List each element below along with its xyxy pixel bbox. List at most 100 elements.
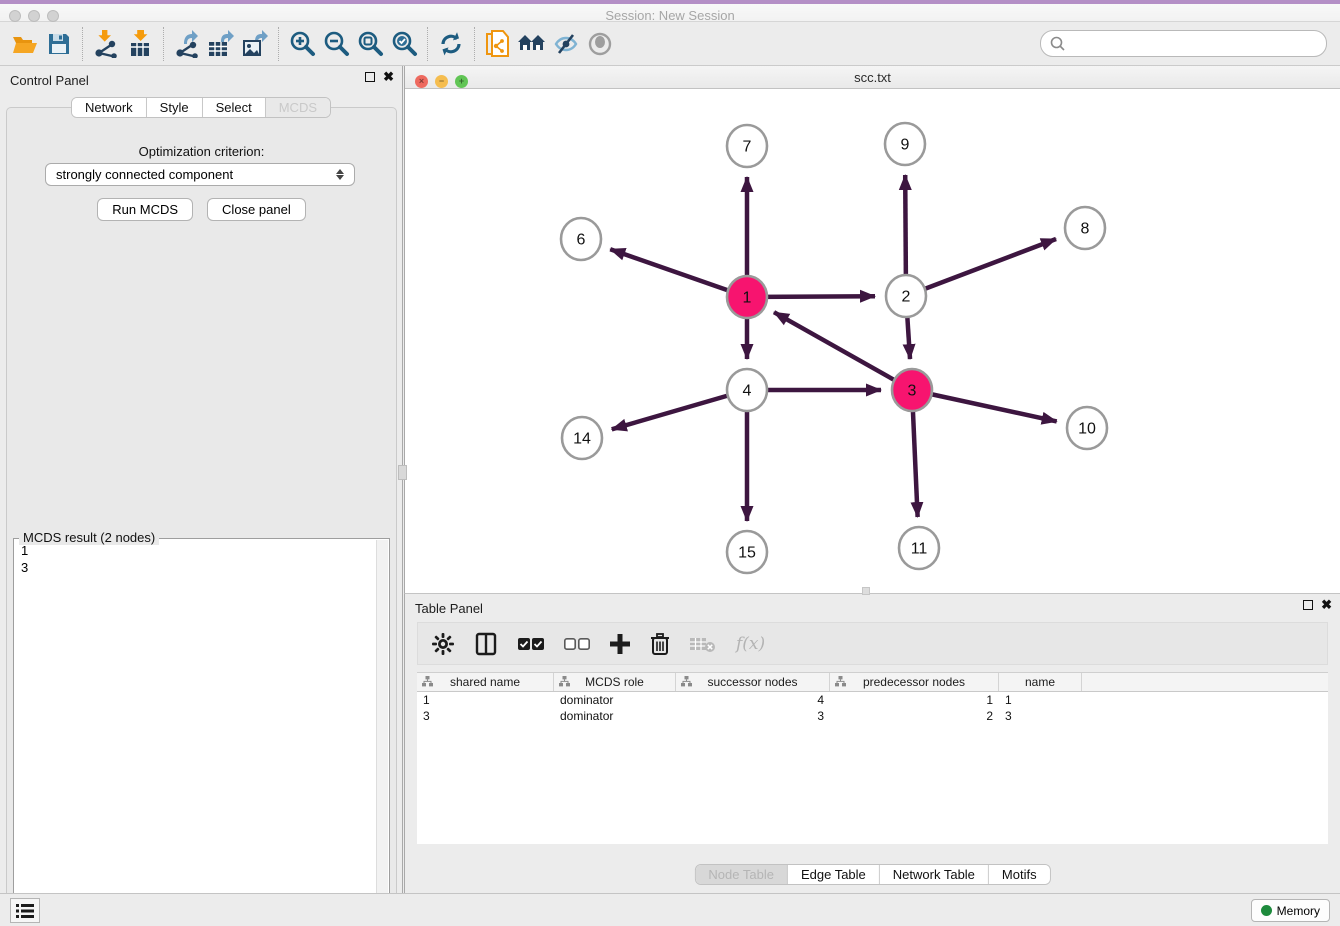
memory-label: Memory [1277, 904, 1320, 918]
select-all-columns-icon[interactable] [518, 630, 544, 658]
save-session-icon[interactable] [42, 28, 76, 60]
column-header-successor-nodes[interactable]: successor nodes [676, 673, 830, 691]
node-label: 9 [901, 137, 910, 154]
column-header-label: predecessor nodes [863, 675, 965, 689]
float-panel-icon[interactable] [365, 72, 375, 82]
vertical-splitter-handle[interactable] [398, 465, 407, 480]
edge-1-6[interactable] [610, 249, 747, 297]
table-cell[interactable]: 4 [676, 692, 830, 708]
graph-node-10[interactable]: 10 [1067, 407, 1107, 449]
zoom-fit-icon[interactable] [353, 28, 387, 60]
eye-icon[interactable] [583, 28, 617, 60]
zoom-in-icon[interactable] [285, 28, 319, 60]
graph-node-2[interactable]: 2 [886, 275, 926, 317]
graph-node-4[interactable]: 4 [727, 369, 767, 411]
column-type-icon [835, 676, 846, 687]
graph-node-9[interactable]: 9 [885, 123, 925, 165]
mcds-tab-content: Optimization criterion: strongly connect… [6, 107, 397, 922]
import-network-icon[interactable] [89, 28, 123, 60]
table-cell[interactable]: 1 [417, 692, 554, 708]
node-label: 10 [1078, 421, 1096, 438]
add-column-icon[interactable] [610, 630, 630, 658]
float-table-panel-icon[interactable] [1303, 600, 1313, 610]
table-tab-node-table[interactable]: Node Table [695, 865, 788, 884]
run-mcds-button[interactable]: Run MCDS [97, 198, 193, 221]
hide-eye-icon[interactable] [549, 28, 583, 60]
graph-node-8[interactable]: 8 [1065, 207, 1105, 249]
column-type-icon [422, 676, 433, 687]
edge-3-10[interactable] [912, 390, 1057, 421]
column-header-predecessor-nodes[interactable]: predecessor nodes [830, 673, 999, 691]
node-label: 14 [573, 431, 591, 448]
columns-icon[interactable] [474, 630, 498, 658]
zoom-out-icon[interactable] [319, 28, 353, 60]
open-session-icon[interactable] [8, 28, 42, 60]
node-label: 4 [743, 383, 752, 400]
gear-icon[interactable] [432, 630, 454, 658]
delete-table-icon[interactable] [690, 630, 716, 658]
search-input[interactable] [1067, 34, 1326, 54]
column-header-shared-name[interactable]: shared name [417, 673, 554, 691]
import-table-icon[interactable] [123, 28, 157, 60]
tab-select[interactable]: Select [203, 98, 266, 117]
graph-node-7[interactable]: 7 [727, 125, 767, 167]
result-scrollbar[interactable] [376, 540, 388, 914]
network-window-titlebar: ×−+ scc.txt [405, 66, 1340, 89]
export-image-icon[interactable] [238, 28, 272, 60]
graph-node-15[interactable]: 15 [727, 531, 767, 573]
unselect-all-columns-icon[interactable] [564, 630, 590, 658]
table-row[interactable]: 1dominator411 [417, 692, 1328, 708]
export-table-icon[interactable] [204, 28, 238, 60]
table-cell[interactable]: 3 [676, 708, 830, 724]
table-cell[interactable]: 1 [999, 692, 1082, 708]
app-title: Session: New Session [0, 8, 1340, 23]
table-cell[interactable]: 3 [417, 708, 554, 724]
table-tab-motifs[interactable]: Motifs [989, 865, 1050, 884]
table-cell[interactable]: 1 [830, 692, 999, 708]
tab-network[interactable]: Network [72, 98, 147, 117]
column-header-name[interactable]: name [999, 673, 1082, 691]
mcds-result-box: 13 [13, 538, 390, 916]
graph-node-6[interactable]: 6 [561, 218, 601, 260]
graph-node-14[interactable]: 14 [562, 417, 602, 459]
tab-mcds[interactable]: MCDS [266, 98, 330, 117]
graph-node-3[interactable]: 3 [892, 369, 932, 411]
houses-icon[interactable] [515, 28, 549, 60]
close-panel-icon[interactable]: ✖ [383, 72, 394, 82]
first-neighbors-icon[interactable] [481, 28, 515, 60]
delete-column-icon[interactable] [650, 630, 670, 658]
task-history-button[interactable] [10, 898, 40, 923]
network-view-window: ×−+ scc.txt 7 9 6 8 1 2 4 3 14 10 15 11 [404, 66, 1340, 593]
column-header-MCDS-role[interactable]: MCDS role [554, 673, 676, 691]
table-cell[interactable]: 3 [999, 708, 1082, 724]
main-toolbar [0, 22, 1340, 66]
zoom-selected-icon[interactable] [387, 28, 421, 60]
node-label: 1 [743, 290, 752, 307]
export-network-icon[interactable] [170, 28, 204, 60]
graph-node-1[interactable]: 1 [727, 276, 767, 318]
table-cell[interactable]: 2 [830, 708, 999, 724]
horizontal-splitter-handle[interactable] [862, 587, 870, 595]
memory-button[interactable]: Memory [1251, 899, 1330, 922]
selected-criterion: strongly connected component [56, 167, 233, 182]
close-table-panel-icon[interactable]: ✖ [1321, 600, 1332, 610]
network-graph-canvas[interactable]: 7 9 6 8 1 2 4 3 14 10 15 11 [405, 89, 1340, 593]
tab-style[interactable]: Style [147, 98, 203, 117]
edge-2-8[interactable] [906, 239, 1056, 296]
list-icon [16, 903, 34, 919]
table-cell[interactable]: dominator [554, 708, 676, 724]
status-bar: Memory [0, 893, 1340, 926]
function-builder-icon[interactable]: f(x) [736, 630, 765, 658]
table-cell[interactable]: dominator [554, 692, 676, 708]
table-row[interactable]: 3dominator323 [417, 708, 1328, 724]
edge-3-1[interactable] [774, 312, 912, 390]
close-panel-button[interactable]: Close panel [207, 198, 306, 221]
table-tab-network-table[interactable]: Network Table [880, 865, 989, 884]
refresh-icon[interactable] [434, 28, 468, 60]
table-tab-edge-table[interactable]: Edge Table [788, 865, 880, 884]
mcds-result-list[interactable]: 13 [15, 542, 375, 914]
optimization-criterion-select[interactable]: strongly connected component [45, 163, 355, 186]
table-toolbar: f(x) [417, 622, 1328, 665]
search-box[interactable] [1040, 30, 1327, 57]
graph-node-11[interactable]: 11 [899, 527, 939, 569]
